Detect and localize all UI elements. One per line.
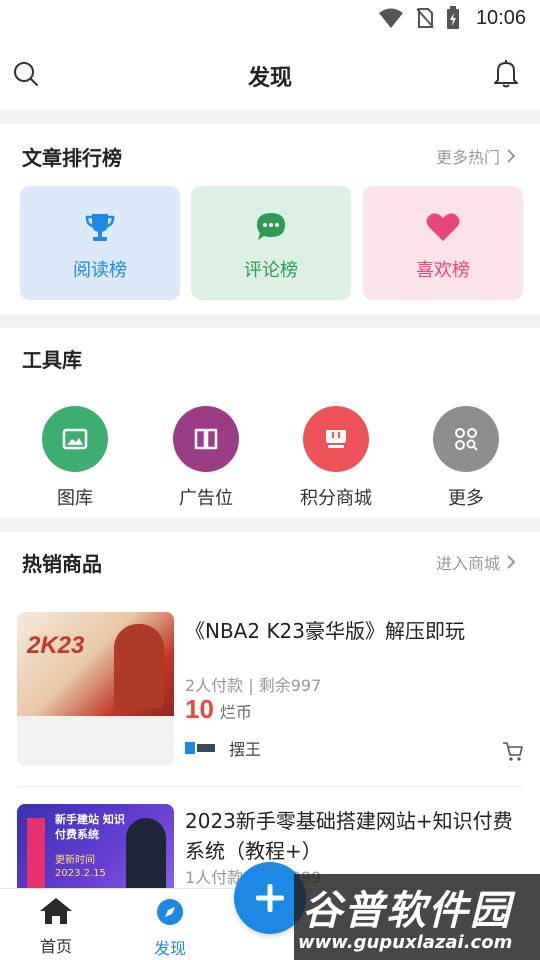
price-value: 10 — [185, 694, 214, 724]
tools-section: 工具库 图库 广告位 积分商城 更多 — [0, 328, 540, 518]
tool-label-gallery: 图库 — [57, 488, 93, 509]
status-bar: 10:06 — [0, 0, 540, 36]
rank-card-comment[interactable]: 评论榜 — [191, 186, 351, 300]
products-section: 热销商品 进入商城 2K23 《NBA2 K23豪华版》解压即玩 2人付款 | … — [0, 532, 540, 888]
page-title: 发现 — [247, 66, 292, 91]
bell-icon[interactable] — [492, 58, 520, 88]
tools-title: 工具库 — [22, 348, 82, 372]
home-icon — [40, 898, 72, 924]
shop-icon — [326, 430, 346, 448]
tool-label-ads: 广告位 — [179, 488, 233, 509]
shop-name: 摆王 — [229, 740, 262, 759]
product-image: 2K23 — [17, 612, 174, 716]
tab-label-discover: 发现 — [153, 939, 186, 958]
watermark: 谷普软件园 www.gupuxlazai.com — [294, 874, 540, 960]
tool-points-mall[interactable]: 积分商城 — [281, 406, 391, 516]
rankings-title: 文章排行榜 — [22, 146, 122, 170]
plus-icon — [256, 884, 284, 912]
rankings-more-label: 更多热门 — [435, 148, 500, 167]
product-thumbnail[interactable]: 2K23 — [17, 612, 174, 766]
chat-bubble-icon — [257, 213, 285, 240]
product-image-subtext: 更新时间 2023.2.15 — [55, 855, 106, 879]
status-time: 10:06 — [475, 6, 526, 29]
tool-ads[interactable]: 广告位 — [151, 406, 261, 516]
no-sim-icon — [416, 8, 434, 28]
tab-discover[interactable]: 发现 — [130, 897, 210, 959]
rank-label-like: 喜欢榜 — [416, 260, 470, 281]
image-icon — [62, 428, 88, 450]
tool-more[interactable]: 更多 — [411, 406, 521, 516]
tool-label-more: 更多 — [448, 488, 484, 509]
grid-more-icon — [455, 428, 478, 451]
wifi-icon — [378, 8, 403, 28]
battery-icon — [446, 6, 459, 29]
trophy-icon — [85, 214, 115, 241]
product-item[interactable]: 2K23 《NBA2 K23豪华版》解压即玩 2人付款 | 剩余997 10 烂… — [0, 612, 540, 782]
rank-label-comment: 评论榜 — [244, 260, 298, 281]
tab-home[interactable]: 首页 — [16, 897, 96, 957]
product-title: 《NBA2 K23豪华版》解压即玩 — [185, 619, 466, 643]
price-unit: 烂币 — [219, 703, 252, 722]
product-title: 2023新手零基础搭建网站+知识付费系统（教程+） — [185, 809, 513, 863]
shop-logo-icon — [185, 742, 215, 754]
chevron-right-icon — [507, 149, 516, 163]
product-shop[interactable]: 摆王 — [185, 736, 261, 760]
cart-icon[interactable] — [502, 740, 524, 762]
products-title: 热销商品 — [22, 552, 102, 576]
compass-icon — [157, 899, 183, 925]
divider — [17, 786, 523, 787]
rankings-more-link[interactable]: 更多热门 — [436, 144, 516, 168]
rank-label-read: 阅读榜 — [73, 260, 127, 281]
products-more-label: 进入商城 — [435, 554, 500, 573]
heart-icon — [426, 213, 460, 241]
chevron-right-icon — [507, 555, 516, 569]
book-icon — [194, 428, 218, 450]
rankings-section: 文章排行榜 更多热门 阅读榜 评论榜 喜欢榜 — [0, 124, 540, 314]
tool-label-points-mall: 积分商城 — [300, 488, 372, 509]
tool-gallery[interactable]: 图库 — [20, 406, 130, 516]
products-more-link[interactable]: 进入商城 — [436, 550, 516, 574]
tab-label-home: 首页 — [39, 937, 72, 956]
product-image-text: 2K23 — [27, 632, 85, 659]
rank-card-read[interactable]: 阅读榜 — [20, 186, 180, 300]
product-thumbnail[interactable]: 新手建站 知识付费系统 更新时间 2023.2.15 — [17, 804, 174, 888]
watermark-url: www.gupuxlazai.com — [298, 932, 513, 953]
top-nav: 发现 — [0, 36, 540, 110]
watermark-text: 谷普软件园 — [302, 888, 512, 934]
product-image-text: 新手建站 知识付费系统 — [55, 813, 125, 841]
product-meta: 2人付款 | 剩余997 — [185, 676, 322, 695]
rank-card-like[interactable]: 喜欢榜 — [363, 186, 523, 300]
product-price: 10 烂币 — [185, 694, 252, 725]
